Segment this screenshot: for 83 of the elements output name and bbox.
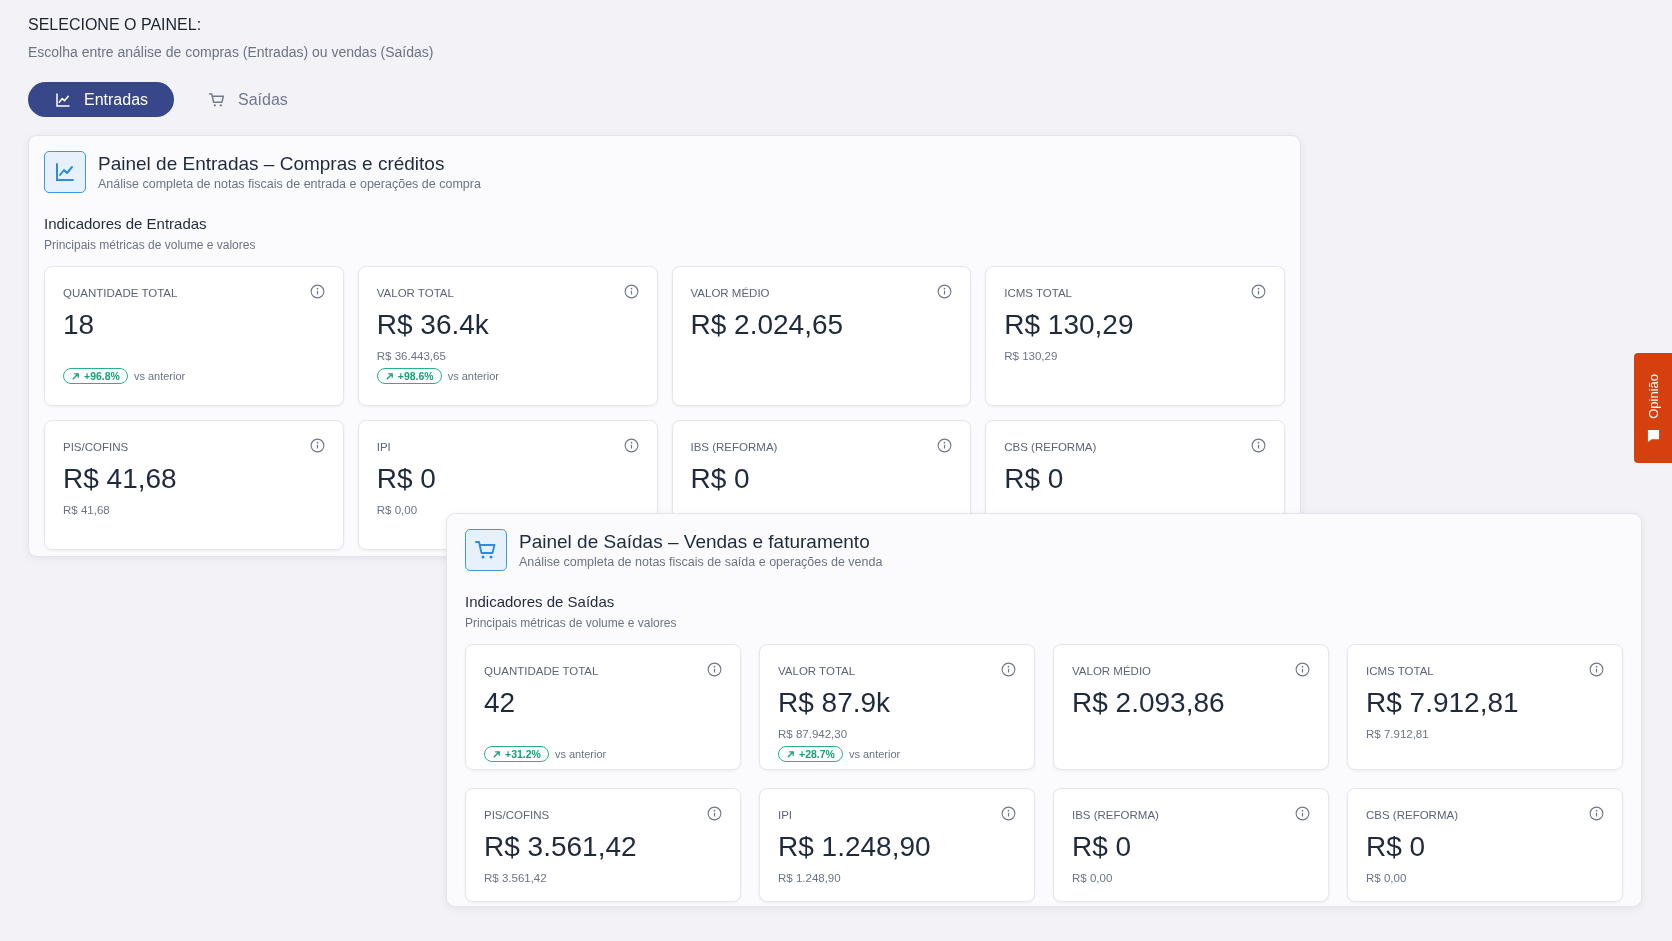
metric-detail: R$ 3.561,42	[484, 872, 547, 884]
panel-tab[interactable]: Entradas	[28, 82, 175, 117]
info-icon[interactable]	[309, 284, 325, 299]
metric-value: R$ 0	[376, 462, 437, 496]
info-icon[interactable]	[309, 438, 325, 453]
info-icon[interactable]	[707, 662, 722, 677]
info-icon[interactable]	[1001, 806, 1016, 821]
section-title: Indicadores de Entradas	[44, 215, 208, 232]
metric-value: R$ 87.9k	[778, 686, 892, 720]
metric-detail: R$ 1.248,90	[778, 872, 841, 884]
metric-label: IBS (REFORMA)	[1072, 809, 1159, 821]
metric-value: 18	[63, 308, 96, 342]
metric-value: R$ 0	[1004, 462, 1065, 496]
info-icon[interactable]	[1589, 662, 1604, 677]
arrow-up-right-icon	[71, 371, 80, 381]
metric-value: R$ 2.093,86	[1072, 686, 1226, 720]
metric-value: 42	[484, 686, 517, 720]
metric-label: IPI	[778, 809, 793, 821]
metric-detail: R$ 7.912,81	[1366, 728, 1429, 740]
metric-label: PIS/COFINS	[484, 809, 550, 821]
info-icon[interactable]	[1589, 806, 1604, 821]
section-subtitle: Principais métricas de volume e valores	[465, 616, 678, 630]
arrow-up-right-icon	[384, 371, 394, 381]
info-icon[interactable]	[937, 284, 953, 299]
trend-note: vs anterior	[133, 370, 186, 382]
metric-value: R$ 1.248,90	[778, 830, 932, 864]
metric-detail: R$ 0,00	[1366, 872, 1407, 884]
info-icon[interactable]	[623, 438, 639, 453]
metric-label: PIS/COFINS	[63, 441, 129, 453]
metric-label: IPI	[376, 441, 391, 453]
panel-tab[interactable]: Saídas	[184, 82, 312, 117]
arrow-up-right-icon	[786, 749, 795, 759]
shopping-cart-icon	[208, 90, 227, 109]
feedback-tab[interactable]: Opinião	[1634, 353, 1672, 463]
metric-value: R$ 2.024,65	[690, 308, 845, 342]
panel-subtitle: Análise completa de notas fiscais de saída e operações de venda	[519, 555, 883, 569]
section-subtitle: Principais métricas de volume e valores	[44, 238, 257, 252]
info-icon[interactable]	[1295, 806, 1310, 821]
metric-label: VALOR TOTAL	[778, 665, 856, 677]
metric-value: R$ 0	[690, 462, 751, 496]
metric-label: VALOR TOTAL	[376, 287, 454, 299]
panel-title: Painel de Entradas – Compras e créditos	[98, 153, 446, 175]
info-icon[interactable]	[1295, 662, 1310, 677]
section-title: Indicadores de Saídas	[465, 593, 616, 610]
panel-selector-heading: SELECIONE O PAINEL:	[28, 16, 203, 34]
chat-bubble-icon	[1646, 428, 1660, 442]
info-icon[interactable]	[1001, 662, 1016, 677]
metric-label: QUANTIDADE TOTAL	[484, 665, 599, 677]
line-chart-icon	[53, 160, 77, 184]
metric-detail: R$ 41,68	[63, 504, 110, 516]
info-icon[interactable]	[1251, 438, 1266, 453]
trend-note: vs anterior	[447, 370, 499, 382]
info-icon[interactable]	[937, 438, 953, 453]
metric-label: CBS (REFORMA)	[1366, 809, 1458, 821]
metric-value: R$ 36.4k	[376, 308, 490, 342]
metric-detail: R$ 0,00	[1072, 872, 1113, 884]
info-icon[interactable]	[707, 806, 722, 821]
metric-detail: R$ 36.443,65	[376, 350, 446, 362]
metric-label: ICMS TOTAL	[1366, 665, 1434, 677]
metric-detail: R$ 0,00	[376, 504, 418, 516]
metric-value: R$ 7.912,81	[1366, 686, 1520, 720]
metric-value: R$ 0	[1072, 830, 1133, 864]
metric-label: QUANTIDADE TOTAL	[63, 287, 178, 299]
metric-label: VALOR MÉDIO	[690, 287, 770, 299]
panel-selector-hint: Escolha entre análise de compras (Entradas) ou vendas (Saídas)	[28, 44, 435, 60]
info-icon[interactable]	[1251, 284, 1266, 299]
metric-value: R$ 41,68	[63, 462, 178, 496]
metric-detail: R$ 87.942,30	[778, 728, 848, 740]
metric-label: ICMS TOTAL	[1004, 287, 1072, 299]
trend-note: vs anterior	[554, 748, 607, 760]
trend-note: vs anterior	[848, 748, 901, 760]
panel-subtitle: Análise completa de notas fiscais de entrada e operações de compra	[98, 177, 481, 191]
metric-label: VALOR MÉDIO	[1072, 665, 1152, 677]
info-icon[interactable]	[623, 284, 639, 299]
metric-value: R$ 0	[1366, 830, 1427, 864]
metric-value: R$ 130,29	[1004, 308, 1135, 342]
line-chart-icon	[54, 90, 72, 109]
arrow-up-right-icon	[492, 749, 501, 759]
metric-label: CBS (REFORMA)	[1004, 441, 1097, 453]
metric-value: R$ 3.561,42	[484, 830, 638, 864]
metric-detail: R$ 130,29	[1004, 350, 1058, 362]
metric-label: IBS (REFORMA)	[690, 441, 778, 453]
panel-title: Painel de Saídas – Vendas e faturamento	[519, 531, 871, 553]
